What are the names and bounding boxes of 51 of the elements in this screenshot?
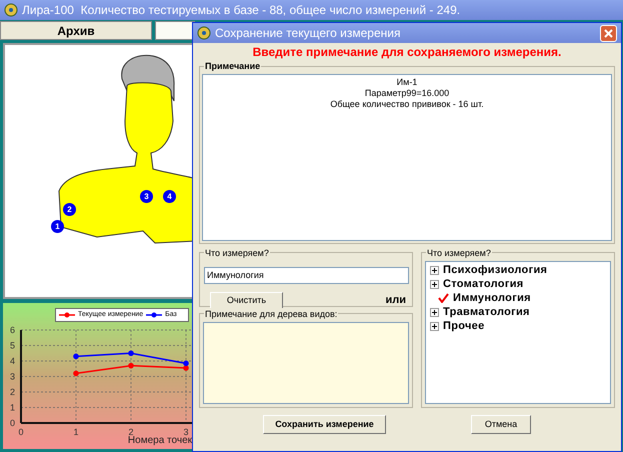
x-tick-label: 0 xyxy=(18,427,24,437)
tree-item[interactable]: Травматология xyxy=(443,304,530,320)
window-title: Лира-100 Количество тестируемых в базе - 88, общее число измерений - 249. xyxy=(22,2,460,19)
prompt-text: Введите примечание для сохраняемого измерения. xyxy=(252,45,562,60)
x-tick-label: 2 xyxy=(128,427,134,437)
expand-plus-icon[interactable] xyxy=(430,308,439,316)
group-label: Что измеряем? xyxy=(426,247,492,260)
y-tick-label: 0 xyxy=(10,418,15,428)
tree-item[interactable]: Прочее xyxy=(443,318,484,334)
tree-item[interactable]: Иммунология xyxy=(453,290,531,306)
x-tick-label: 3 xyxy=(184,427,188,437)
note-line: Общее количество прививок - 16 шт. xyxy=(330,99,484,110)
data-point xyxy=(73,370,79,376)
y-tick-label: 2 xyxy=(10,387,15,397)
cancel-button[interactable]: Отмена xyxy=(471,415,531,434)
expand-plus-icon[interactable] xyxy=(430,280,439,288)
note-textarea[interactable]: Им-1 Параметр99=16.000 Общее количество прививок - 16 шт. xyxy=(202,74,612,241)
tab[interactable]: Архив xyxy=(0,21,152,40)
save-button[interactable]: Сохранить измерение xyxy=(263,415,386,434)
tree-item[interactable]: Психофизиология xyxy=(443,262,548,278)
app-icon xyxy=(197,26,211,40)
close-icon xyxy=(604,28,613,38)
legend-line-icon xyxy=(59,312,75,318)
dialog-title: Сохранение текущего измерения xyxy=(215,25,402,42)
x-axis-label: Номера точек xyxy=(128,435,192,448)
close-button[interactable] xyxy=(600,24,617,42)
y-tick-label: 6 xyxy=(10,325,15,335)
expand-plus-icon[interactable] xyxy=(430,322,439,330)
data-point xyxy=(128,350,134,356)
group-label: Примечание для дерева видов: xyxy=(204,308,338,322)
clear-button[interactable]: Очистить xyxy=(210,292,283,309)
y-tick-label: 4 xyxy=(10,356,15,366)
y-tick-label: 1 xyxy=(10,402,15,412)
tab[interactable] xyxy=(155,21,195,40)
data-point xyxy=(73,354,79,360)
tree-note-textarea[interactable] xyxy=(203,322,409,404)
note-line: Параметр99=16.000 xyxy=(364,88,450,99)
y-tick-label: 3 xyxy=(10,372,15,382)
note-line: Им-1 xyxy=(396,77,418,88)
x-tick-label: 1 xyxy=(74,427,78,437)
legend-line-icon xyxy=(146,312,162,318)
expand-plus-icon[interactable] xyxy=(430,266,439,274)
group-label: Примечание xyxy=(204,60,262,74)
y-tick-label: 5 xyxy=(10,340,15,350)
group-label: Что измеряем? xyxy=(204,247,270,260)
tree-item[interactable]: Стоматология xyxy=(443,276,524,292)
measurement-point-marker[interactable]: 1 xyxy=(51,220,64,233)
data-point xyxy=(128,362,134,368)
measure-input-field[interactable]: Иммунология xyxy=(204,266,409,284)
app-icon xyxy=(4,3,18,17)
or-label: или xyxy=(385,293,406,308)
